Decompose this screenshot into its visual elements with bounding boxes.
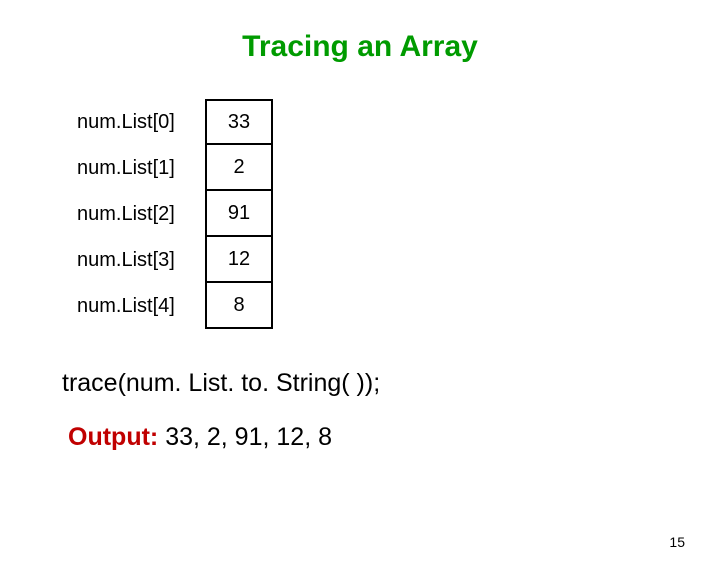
- array-label: num.List[0]: [75, 111, 195, 134]
- array-cell: 12: [205, 237, 273, 283]
- array-label: num.List[4]: [75, 295, 195, 318]
- array-label: num.List[3]: [75, 249, 195, 272]
- array-row: num.List[3] 12: [75, 237, 720, 283]
- array-table: num.List[0] 33 num.List[1] 2 num.List[2]…: [75, 99, 720, 329]
- array-label: num.List[1]: [75, 157, 195, 180]
- array-row: num.List[4] 8: [75, 283, 720, 329]
- array-row: num.List[2] 91: [75, 191, 720, 237]
- array-label: num.List[2]: [75, 203, 195, 226]
- output-values: 33, 2, 91, 12, 8: [165, 423, 332, 451]
- output-label: Output:: [68, 423, 165, 451]
- code-line: trace(num. List. to. String( ));: [62, 369, 720, 398]
- array-row: num.List[1] 2: [75, 145, 720, 191]
- array-cell: 8: [205, 283, 273, 329]
- array-cell: 91: [205, 191, 273, 237]
- array-cell: 33: [205, 99, 273, 145]
- page-number: 15: [669, 534, 685, 550]
- slide-title: Tracing an Array: [0, 30, 720, 64]
- array-cell: 2: [205, 145, 273, 191]
- array-row: num.List[0] 33: [75, 99, 720, 145]
- output-line: Output: 33, 2, 91, 12, 8: [68, 423, 720, 452]
